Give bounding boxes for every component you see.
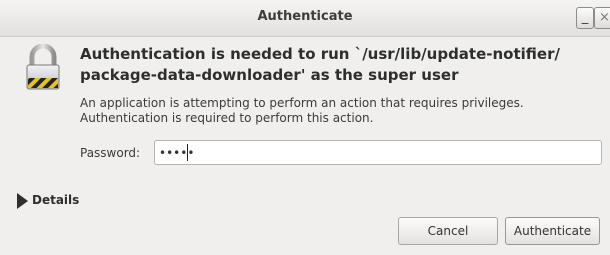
window-title: Authenticate [257, 9, 353, 24]
authenticate-button[interactable]: Authenticate [505, 217, 600, 245]
expander-arrow-icon[interactable] [17, 193, 28, 209]
password-field[interactable] [154, 140, 602, 165]
authenticate-dialog: Authenticate _ × Authentication is neede… [0, 0, 610, 255]
minimize-button[interactable]: _ [576, 7, 594, 29]
cancel-button[interactable]: Cancel [398, 217, 498, 245]
auth-description: An application is attempting to perform … [80, 96, 524, 125]
password-label: Password: [80, 146, 141, 160]
title-bar[interactable]: Authenticate _ × [0, 0, 610, 37]
auth-heading: Authentication is needed to run `/usr/li… [80, 45, 560, 84]
text-cursor [187, 144, 188, 161]
details-label[interactable]: Details [32, 193, 79, 207]
lock-icon [26, 44, 60, 90]
close-button[interactable]: × [594, 7, 610, 29]
